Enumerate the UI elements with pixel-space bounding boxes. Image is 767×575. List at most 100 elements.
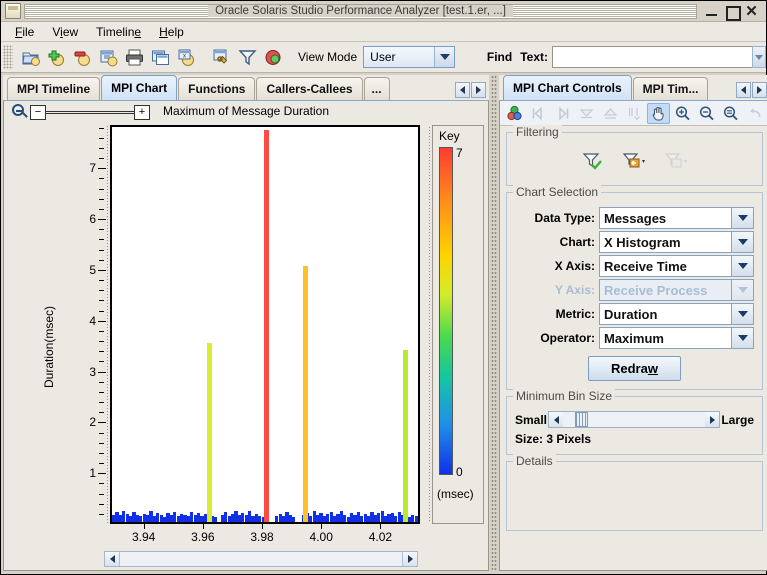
scroll-tabs-left-icon[interactable] [455,82,470,98]
scroll-tabs-left-icon[interactable] [736,82,751,98]
metric-value: Duration [600,304,731,324]
y-tick-minor [99,513,104,515]
key-unit-label: (msec) [437,487,474,501]
right-pane: MPI Chart Controls MPI Tim... Filtering … [499,75,767,571]
y-tick-minor [99,381,104,383]
x-axis-select[interactable]: Receive Time [599,255,754,277]
bin-small-label: Small [515,412,548,427]
zoom-in-icon[interactable] [671,103,694,124]
field-data-type: Data Type: Messages [515,207,754,229]
bin-increase-icon[interactable] [705,412,720,427]
bin-slider-thumb[interactable] [575,412,589,427]
chart-horizontal-scrollbar[interactable] [104,551,418,567]
right-tab-strip: MPI Chart Controls MPI Tim... [499,75,767,101]
drop-experiment-icon[interactable] [70,45,94,69]
y-tick-minor [99,280,104,282]
view-mode-select[interactable]: User [363,46,456,68]
menu-view[interactable]: View [44,23,86,41]
metric-select[interactable]: Duration [599,303,754,325]
close-button[interactable]: ✕ [745,4,758,19]
zoom-plus-button[interactable]: + [134,104,150,120]
y-tick-minor [99,402,104,403]
open-experiment-group-icon[interactable] [96,45,120,69]
zoom-minus-button[interactable]: − [30,104,46,120]
chevron-down-icon[interactable] [731,232,753,252]
tab-mpi-timeline-controls[interactable]: MPI Tim... [632,77,709,100]
filter-data-icon[interactable] [235,45,259,69]
bin-decrease-icon[interactable] [549,412,564,427]
data-type-select[interactable]: Messages [599,207,754,229]
zoom-out-magnifier-icon[interactable] [12,104,28,120]
menu-file[interactable]: File [7,23,42,41]
tab-more[interactable]: ... [363,77,390,100]
redraw-button[interactable]: Redraw [588,356,681,381]
show-hide-functions-icon[interactable] [261,45,285,69]
scroll-tabs-right-icon[interactable] [752,82,767,98]
apply-filter-icon[interactable] [580,150,606,172]
filtering-legend: Filtering [513,125,562,139]
zoom-out-icon[interactable] [695,103,718,124]
find-history-chevron-down-icon[interactable] [752,46,766,68]
menu-timeline[interactable]: Timeline [88,23,149,41]
minimize-button[interactable] [705,5,718,18]
view-mode-label: View Mode [298,50,358,64]
chart-zoom-slider[interactable]: − + [30,104,150,120]
zoom-reset-icon[interactable] [719,103,742,124]
tab-callers-callees[interactable]: Callers-Callees [256,77,363,100]
y-axis-dot-separator [106,125,109,524]
tab-mpi-timeline[interactable]: MPI Timeline [7,77,101,100]
new-window-icon[interactable] [148,45,172,69]
step-backward-icon [527,103,550,124]
show-color-key-icon[interactable] [503,103,526,124]
y-tick-minor [99,290,104,292]
pane-splitter[interactable] [491,75,497,571]
find-input[interactable] [556,49,749,65]
chevron-down-icon[interactable] [731,256,753,276]
find-input-wrap[interactable] [552,46,752,68]
y-tick-label: 5 [89,262,96,277]
bin-slider-track[interactable] [563,412,706,427]
manage-filters-icon[interactable] [622,150,648,172]
tab-mpi-chart-controls[interactable]: MPI Chart Controls [503,75,632,100]
y-tick-minor [99,493,104,495]
x-tick [202,522,204,529]
y-tick-minor [99,127,104,129]
open-experiment-icon[interactable] [18,45,42,69]
scroll-left-icon[interactable] [105,552,120,566]
plot-area[interactable] [110,125,420,524]
toolbar-drag-handle[interactable] [3,45,13,69]
details-content [515,476,754,522]
chevron-down-icon[interactable] [731,328,753,348]
zoom-slider-track[interactable] [46,110,134,114]
y-tick-label: 7 [89,161,96,176]
y-tick-minor [99,208,104,210]
color-key: Key 7 0 (msec) [428,125,484,524]
x-tick-label: 4.00 [309,530,333,544]
set-data-presentation-icon[interactable] [209,45,233,69]
close-window-icon[interactable]: x [174,45,198,69]
chevron-down-icon[interactable] [731,304,753,324]
chevron-down-icon[interactable] [731,208,753,228]
maximize-button[interactable] [725,5,741,21]
histogram-peak-bar [207,343,213,522]
data-type-value: Messages [600,208,731,228]
bin-size-slider[interactable] [548,411,721,428]
details-legend: Details [513,454,556,468]
pan-hand-icon[interactable] [647,102,670,124]
menu-help[interactable]: Help [151,23,192,41]
chart-select[interactable]: X Histogram [599,231,754,253]
data-type-label: Data Type: [534,211,595,225]
scroll-tabs-right-icon[interactable] [471,82,486,98]
scroll-track[interactable] [120,552,402,566]
find-text-label: Text: [516,48,552,66]
add-experiment-icon[interactable] [44,45,68,69]
y-tick [98,422,106,424]
chevron-down-icon[interactable] [434,47,455,67]
left-tab-strip: MPI Timeline MPI Chart Functions Callers… [3,75,489,101]
chart-value: X Histogram [600,232,731,252]
operator-select[interactable]: Maximum [599,327,754,349]
scroll-right-icon[interactable] [402,552,417,566]
print-icon[interactable] [122,45,146,69]
tab-mpi-chart[interactable]: MPI Chart [101,75,178,100]
tab-functions[interactable]: Functions [178,77,256,100]
